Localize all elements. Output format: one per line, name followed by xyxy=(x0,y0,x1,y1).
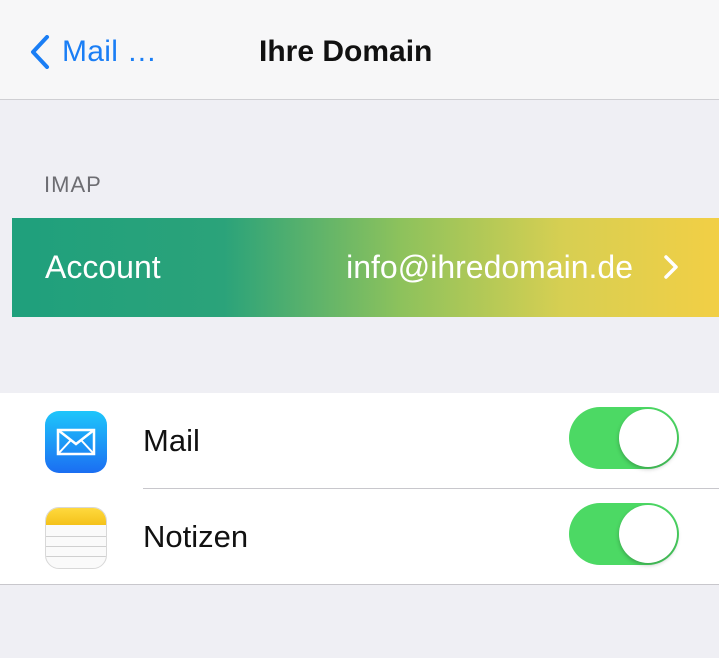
section-header-imap: IMAP xyxy=(44,172,102,197)
list-item-notizen: Notizen xyxy=(0,489,719,585)
back-button-label: Mail … xyxy=(62,35,158,68)
toggle-knob xyxy=(619,505,677,563)
toggle-knob xyxy=(619,409,677,467)
mail-app-icon xyxy=(45,411,107,473)
notes-app-icon xyxy=(45,507,107,569)
notizen-toggle[interactable] xyxy=(569,503,679,565)
account-value: info@ihredomain.de xyxy=(346,249,633,285)
navigation-bar: Mail … Ihre Domain xyxy=(0,0,719,100)
sync-options-group: Mail Notizen xyxy=(0,393,719,585)
chevron-right-icon xyxy=(664,255,678,279)
page-title: Ihre Domain xyxy=(259,35,433,68)
account-row[interactable]: Account info@ihredomain.de xyxy=(12,218,719,317)
notizen-label: Notizen xyxy=(143,519,249,554)
chevron-left-icon xyxy=(31,35,49,69)
mail-toggle[interactable] xyxy=(569,407,679,469)
mail-label: Mail xyxy=(143,423,200,458)
list-item-mail: Mail xyxy=(0,393,719,489)
back-button[interactable]: Mail … xyxy=(30,30,157,74)
account-label: Account xyxy=(45,249,161,285)
